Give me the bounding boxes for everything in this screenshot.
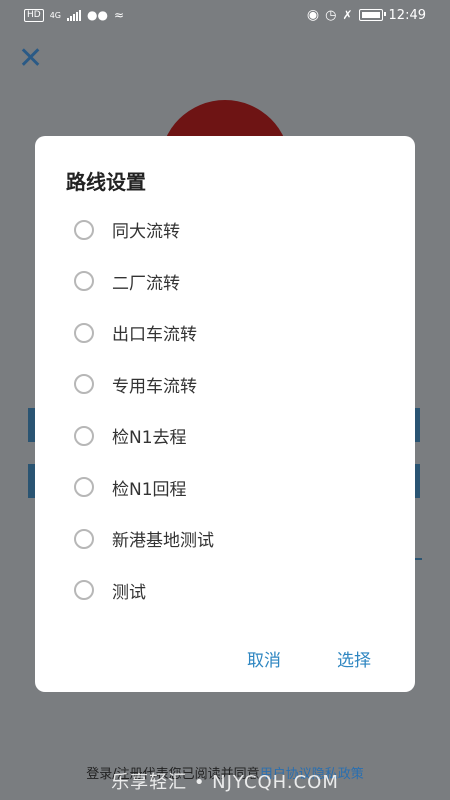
clock: 12:49 [388,7,426,23]
route-option[interactable]: 二厂流转 [35,256,415,308]
radio-button[interactable] [74,322,94,343]
route-option[interactable]: 新港基地测试 [35,513,415,565]
status-bar: HD 4G ●● ≈ ◉ ◷ ✗ 12:49 [0,0,450,30]
dialog-title: 路线设置 [66,170,146,194]
route-option[interactable]: 检N1回程 [35,462,415,514]
wifi-icon: ≈ [113,8,125,22]
route-option-label: 测试 [112,582,146,603]
route-option-label: 二厂流转 [112,273,180,294]
select-button[interactable]: 选择 [337,646,371,671]
radio-button[interactable] [74,477,94,498]
radio-button[interactable] [74,425,94,446]
mute-icon: ✗ [342,8,353,22]
watermark: 乐享轻汇 • NJYCQH.COM [111,772,339,793]
route-settings-dialog: 路线设置 同大流转 二厂流转 出口车流转 专用车流转 检N1去程 检N1回程 新… [35,136,415,692]
route-option-label: 出口车流转 [112,325,197,346]
wechat-icon: ●● [87,8,108,22]
route-option[interactable]: 测试 [35,565,415,617]
radio-button[interactable] [74,580,94,601]
status-left: HD 4G ●● ≈ [24,8,124,22]
route-option[interactable]: 出口车流转 [35,307,415,359]
radio-button[interactable] [74,374,94,395]
route-option[interactable]: 检N1去程 [35,410,415,462]
cancel-button[interactable]: 取消 [247,646,281,671]
route-option-label: 检N1回程 [112,479,187,500]
network-label: 4G [49,10,61,20]
close-icon[interactable]: ✕ [18,44,43,74]
radio-button[interactable] [74,219,94,240]
alarm-icon: ◷ [325,7,337,23]
status-right: ◉ ◷ ✗ 12:49 [307,7,426,23]
signal-icon [67,9,81,21]
route-option-label: 同大流转 [112,222,180,243]
route-option-label: 新港基地测试 [112,531,214,552]
route-option-label: 检N1去程 [112,428,187,449]
dialog-actions: 取消 选择 [35,646,415,676]
hd-badge: HD [24,8,44,22]
battery-icon [358,9,386,21]
route-option-label: 专用车流转 [112,376,197,397]
radio-button[interactable] [74,528,94,549]
route-option[interactable]: 专用车流转 [35,359,415,411]
eye-icon: ◉ [306,7,320,23]
radio-button[interactable] [74,271,94,292]
route-options-list: 同大流转 二厂流转 出口车流转 专用车流转 检N1去程 检N1回程 新港基地测试 [35,204,415,616]
route-option[interactable]: 同大流转 [35,204,415,256]
